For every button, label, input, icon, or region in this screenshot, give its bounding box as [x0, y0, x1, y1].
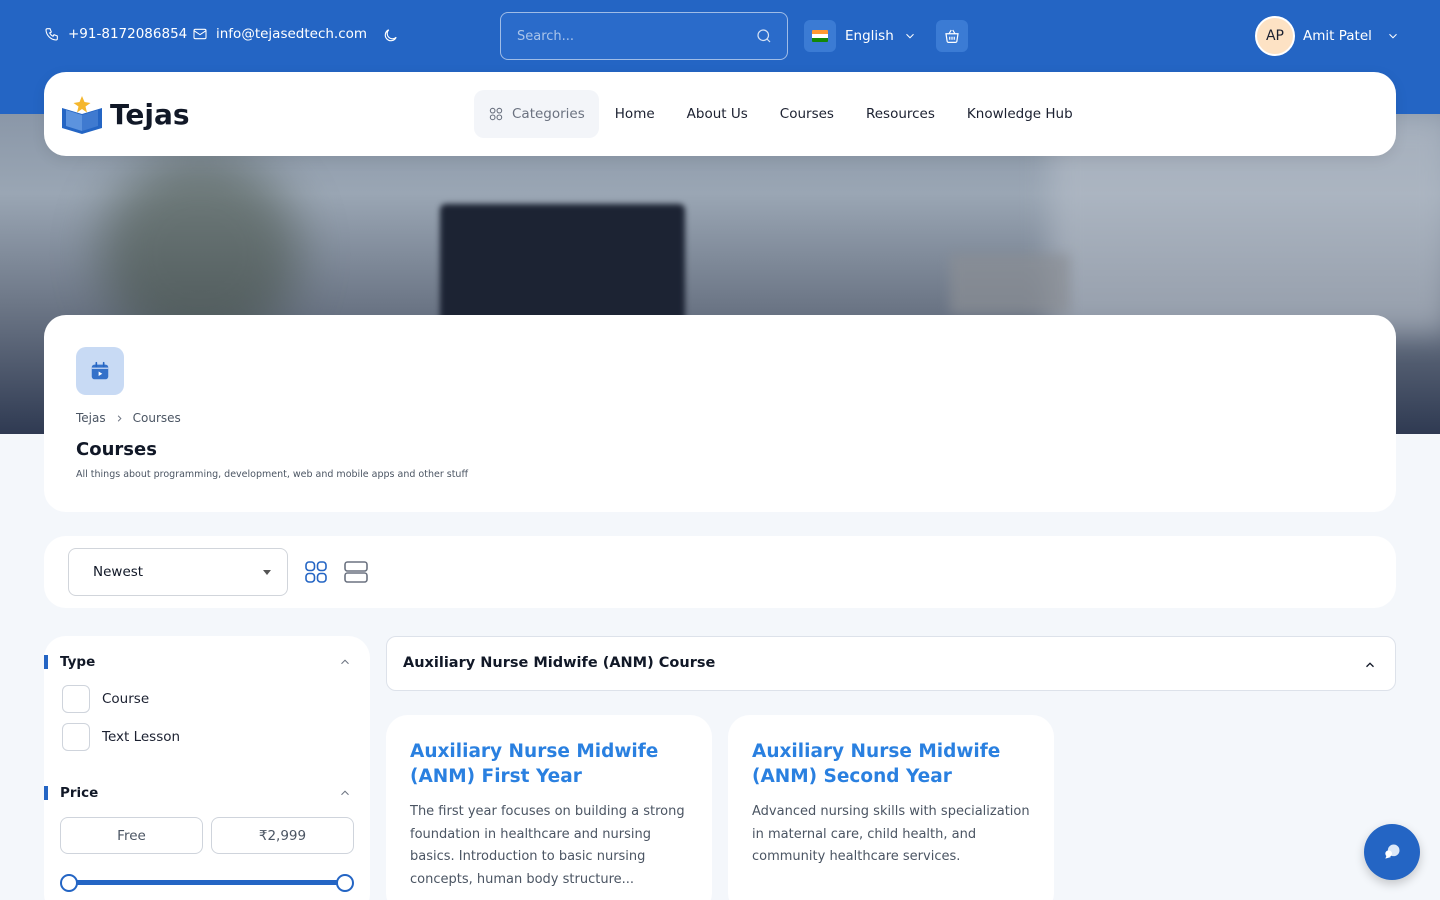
course-group-accordion[interactable]: Auxiliary Nurse Midwife (ANM) Course: [386, 636, 1396, 691]
grid-icon: [489, 107, 503, 121]
sort-toolbar: Newest: [44, 536, 1396, 608]
list-view-icon[interactable]: [344, 560, 368, 584]
search-box[interactable]: [500, 12, 788, 60]
avatar: AP: [1255, 16, 1295, 56]
phone-icon: [45, 28, 58, 41]
filter-price-label: Price: [60, 785, 99, 801]
nav-categories-label: Categories: [512, 106, 585, 122]
price-slider-max-handle[interactable]: [336, 874, 354, 892]
book-logo-icon: [62, 96, 102, 134]
filter-sidebar: Type Course Text Lesson Price Free ₹2,99…: [44, 636, 370, 900]
calendar-play-icon: [76, 347, 124, 395]
course-card[interactable]: Auxiliary Nurse Midwife (ANM) Second Yea…: [728, 715, 1054, 900]
chevron-down-icon: [905, 33, 914, 39]
search-input[interactable]: [517, 13, 747, 59]
brand-name: Tejas: [110, 97, 190, 131]
text-lesson-checkbox[interactable]: [62, 723, 90, 751]
filter-option-course-label: Course: [102, 691, 150, 707]
price-range-slider[interactable]: [68, 880, 346, 885]
search-icon[interactable]: [755, 27, 773, 45]
user-menu[interactable]: AP Amit Patel: [1255, 16, 1400, 56]
chevron-up-icon: [341, 659, 349, 665]
sort-selected-value: Newest: [93, 564, 144, 580]
phone-contact[interactable]: +91-8172086854: [44, 26, 187, 42]
language-selector[interactable]: English: [804, 20, 917, 52]
chat-icon: [1385, 844, 1400, 859]
theme-toggle[interactable]: [382, 27, 399, 48]
main-navigation: Tejas Categories Home About Us Courses R…: [44, 72, 1396, 156]
chevron-up-icon[interactable]: [1363, 658, 1377, 672]
nav-item-resources[interactable]: Resources: [866, 106, 935, 122]
course-checkbox[interactable]: [62, 685, 90, 713]
page-title: Courses: [76, 439, 157, 460]
filter-option-text-lesson[interactable]: Text Lesson: [62, 723, 180, 751]
cart-button[interactable]: [936, 20, 968, 52]
user-name: Amit Patel: [1303, 28, 1372, 44]
course-title[interactable]: Auxiliary Nurse Midwife (ANM) First Year: [410, 739, 700, 789]
course-description: Advanced nursing skills with specializat…: [752, 804, 1030, 864]
india-flag-icon: [804, 20, 836, 52]
accordion-title: Auxiliary Nurse Midwife (ANM) Course: [403, 655, 716, 671]
grid-view-icon[interactable]: [304, 560, 328, 584]
nav-item-home[interactable]: Home: [615, 106, 655, 122]
language-label: English: [845, 28, 894, 44]
sort-select[interactable]: Newest: [68, 548, 288, 596]
phone-number: +91-8172086854: [68, 26, 188, 42]
chat-button[interactable]: [1364, 824, 1420, 880]
price-min-field[interactable]: Free: [60, 817, 203, 854]
breadcrumb-home[interactable]: Tejas: [76, 411, 106, 425]
filter-type-label: Type: [60, 654, 96, 670]
basket-icon: [945, 29, 959, 43]
brand-logo[interactable]: Tejas: [60, 94, 190, 134]
email-contact[interactable]: info@tejasedtech.com: [192, 26, 367, 42]
chevron-right-icon: [117, 414, 122, 422]
filter-option-course[interactable]: Course: [62, 685, 149, 713]
price-max-field[interactable]: ₹2,999: [211, 817, 354, 854]
mail-icon: [193, 28, 207, 40]
breadcrumb: Tejas Courses: [76, 411, 181, 425]
price-slider-min-handle[interactable]: [60, 874, 78, 892]
nav-item-about-us[interactable]: About Us: [687, 106, 748, 122]
chevron-down-icon: [1389, 33, 1397, 39]
moon-icon: [384, 29, 397, 42]
course-title[interactable]: Auxiliary Nurse Midwife (ANM) Second Yea…: [752, 739, 1042, 789]
page-subtitle: All things about programming, developmen…: [76, 469, 468, 480]
breadcrumb-current: Courses: [132, 411, 181, 425]
email-address: info@tejasedtech.com: [216, 26, 368, 42]
filter-option-text-lesson-label: Text Lesson: [102, 729, 181, 745]
course-card[interactable]: Auxiliary Nurse Midwife (ANM) First Year…: [386, 715, 712, 900]
page-header: Tejas Courses Courses All things about p…: [44, 315, 1396, 512]
nav-categories[interactable]: Categories: [474, 90, 599, 138]
filter-price-header[interactable]: Price: [44, 785, 370, 801]
nav-item-courses[interactable]: Courses: [780, 106, 834, 122]
chevron-up-icon: [341, 790, 349, 796]
nav-item-knowledge-hub[interactable]: Knowledge Hub: [967, 106, 1073, 122]
filter-type-header[interactable]: Type: [44, 654, 370, 670]
course-description: The first year focuses on building a str…: [410, 804, 685, 887]
caret-down-icon: [263, 570, 271, 575]
nav-menu: Categories Home About Us Courses Resourc…: [474, 90, 1073, 138]
